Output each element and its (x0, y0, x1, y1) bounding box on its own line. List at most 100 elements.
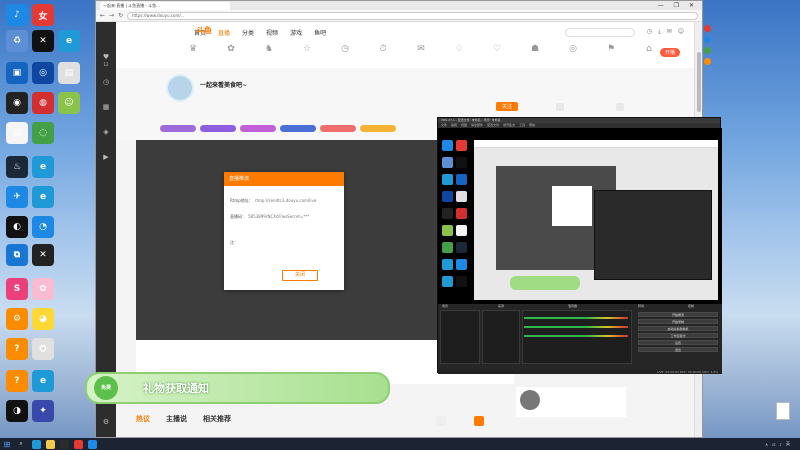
toolbar-item[interactable]: ☗ (520, 42, 550, 56)
sala-icon[interactable]: S (6, 278, 28, 300)
forward-button[interactable]: → (109, 12, 114, 19)
sources-panel[interactable] (482, 310, 520, 364)
sidebar-item-settings[interactable]: ⚙ (98, 417, 114, 435)
sidebar-item-game[interactable]: ◈ (98, 127, 114, 145)
minimize-button[interactable]: — (658, 2, 664, 9)
obs-control-button[interactable]: 启动虚拟摄像机 (638, 326, 718, 331)
dialog-close-button[interactable]: 关闭 (282, 270, 318, 281)
side-button-2[interactable] (474, 416, 484, 426)
blue-dot-icon[interactable] (704, 36, 711, 43)
orange-dot-icon[interactable] (704, 58, 711, 65)
network-icon[interactable]: ⛭ (32, 338, 54, 360)
volume-icon[interactable]: ♪ (779, 442, 782, 447)
app-icon[interactable]: ▣ (6, 62, 28, 84)
scenes-panel[interactable] (440, 310, 480, 364)
nav-live[interactable]: 直播 (218, 28, 230, 37)
side-button-1[interactable] (436, 416, 446, 426)
follow-button[interactable]: 关注 (496, 102, 519, 111)
network-icon[interactable]: ⊡ (772, 442, 775, 447)
orange-app-icon-2[interactable]: ? (6, 338, 28, 360)
toolbar-item[interactable]: ♛ (178, 42, 208, 56)
wechat-icon[interactable]: ◌ (32, 122, 54, 144)
avatar[interactable] (166, 74, 194, 102)
feishu-icon[interactable]: ✈ (6, 186, 28, 208)
message-icon[interactable]: ✉ (667, 28, 672, 36)
reload-button[interactable]: ↻ (118, 12, 123, 19)
start-button[interactable]: ⊞ (0, 440, 14, 449)
toolbar-item[interactable]: ♢ (444, 42, 474, 56)
room-badge[interactable] (200, 125, 236, 132)
tab-anchor[interactable]: 主播说 (166, 414, 187, 424)
taskbar-app-icon[interactable] (88, 439, 97, 449)
tab-hot[interactable]: 热议 (136, 414, 150, 424)
toolbar-item[interactable]: ⚑ (596, 42, 626, 56)
game-char-icon[interactable]: ✦ (32, 400, 54, 422)
edge-icon-3[interactable]: e (32, 186, 54, 208)
download-icon[interactable]: ⤓ (658, 28, 661, 36)
ime-icon[interactable]: 英 (786, 441, 790, 447)
toolbar-item[interactable]: ◎ (558, 42, 588, 56)
nox-icon[interactable]: ♪ (6, 4, 28, 26)
qq-icon[interactable]: ◑ (6, 400, 28, 422)
room-badge[interactable] (360, 125, 396, 132)
obs-control-button[interactable]: 开始推流 (638, 312, 718, 317)
panel-button-1[interactable] (556, 103, 564, 111)
nav-video[interactable]: 视频 (266, 28, 278, 37)
back-button[interactable]: ← (100, 12, 105, 19)
maximize-button[interactable]: ❐ (674, 2, 679, 9)
nav-fishbar[interactable]: 鱼吧 (314, 28, 326, 37)
edge-icon[interactable]: e (58, 30, 80, 52)
obs-preview[interactable] (438, 128, 722, 304)
browser-tab[interactable]: 一起来·直播 | 斗鱼直播 - 斗鱼... (100, 1, 230, 10)
doc-icon[interactable]: ▤ (58, 62, 80, 84)
room-badge[interactable] (160, 125, 196, 132)
site-logo[interactable]: 斗鱼 (196, 25, 212, 36)
red-dot-icon[interactable] (704, 25, 711, 32)
capcut-icon[interactable]: ✕ (32, 30, 54, 52)
sidebar-item-history[interactable]: ◷ (98, 77, 114, 95)
green-dot-icon[interactable] (704, 47, 711, 54)
obs-icon[interactable]: ◉ (6, 92, 28, 114)
obs-control-button[interactable]: 开始录制 (638, 319, 718, 324)
toolbar-item[interactable]: ♞ (254, 42, 284, 56)
orange-app-icon[interactable]: ⚙ (6, 308, 28, 330)
rtmp-value[interactable]: rtmp://sendtc3.douyu.com/live (255, 198, 317, 203)
panel-button-2[interactable] (616, 103, 624, 111)
toolbar-item[interactable]: ♡ (482, 42, 512, 56)
taskbar-app-icon[interactable] (46, 439, 55, 449)
url-input[interactable]: https://www.douyu.com/... (127, 11, 698, 20)
side-avatar[interactable] (520, 390, 540, 410)
obs-control-button[interactable]: 退出 (638, 347, 718, 352)
close-button[interactable]: ✕ (689, 2, 694, 9)
sidebar-item-follow[interactable]: ♥ 12 (98, 52, 114, 70)
toolbar-item[interactable]: ✉ (406, 42, 436, 56)
nav-category[interactable]: 分类 (242, 28, 254, 37)
code-value[interactable]: 5853899rNCXdI?wsSecret=*** (248, 214, 309, 219)
obs-control-button[interactable]: 工作室模式 (638, 333, 718, 338)
room-badge[interactable] (320, 125, 356, 132)
toolbar-item[interactable]: ◷ (330, 42, 360, 56)
tray-chevron-icon[interactable]: ∧ (765, 442, 768, 447)
scrollbar-thumb[interactable] (697, 52, 701, 112)
edge-icon-2[interactable]: e (32, 156, 54, 178)
game-icon[interactable]: ◐ (6, 216, 28, 238)
desktop-file-icon[interactable] (776, 402, 790, 420)
flower-icon[interactable]: ✿ (32, 278, 54, 300)
tab-related[interactable]: 相关推荐 (203, 414, 231, 424)
yellow-app-icon[interactable]: ☺ (58, 92, 80, 114)
toolbar-item[interactable]: ☆ (292, 42, 322, 56)
taskbar-app-icon[interactable] (74, 439, 83, 449)
recycle-icon[interactable]: ♻ (6, 30, 28, 52)
sidebar-item-video[interactable]: ▶ (98, 152, 114, 170)
capcut-icon-2[interactable]: ✕ (32, 244, 54, 266)
obs-control-button[interactable]: 设置 (638, 340, 718, 345)
taskbar-app-icon[interactable] (60, 439, 69, 449)
nav-game[interactable]: 游戏 (290, 28, 302, 37)
store-icon[interactable]: ⧉ (6, 244, 28, 266)
owl-icon[interactable]: ◕ (32, 308, 54, 330)
text-file-icon[interactable]: ▤ (6, 122, 28, 144)
history-icon[interactable]: ◷ (647, 28, 652, 36)
room-badge[interactable] (280, 125, 316, 132)
qq-search-icon[interactable]: ◎ (32, 62, 54, 84)
netease-music-icon[interactable]: ◍ (32, 92, 54, 114)
